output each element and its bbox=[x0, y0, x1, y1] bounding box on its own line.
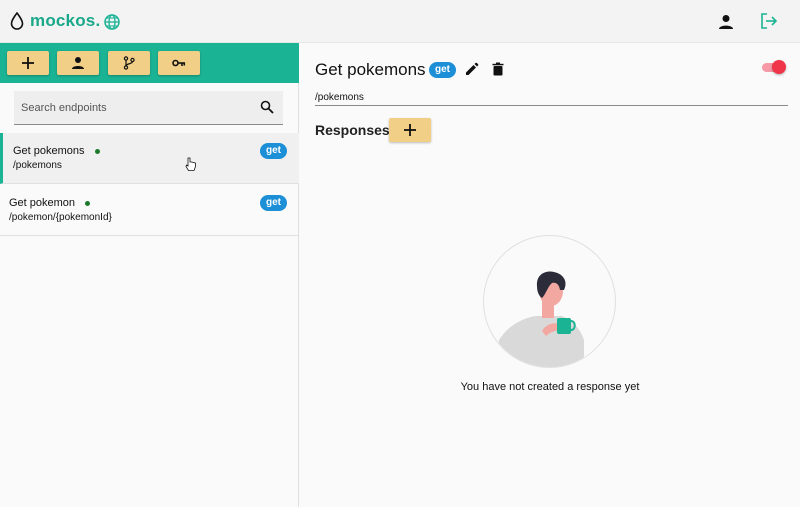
sidebar-toolbar bbox=[0, 43, 299, 83]
user-icon bbox=[72, 57, 84, 69]
logo[interactable]: mockos. bbox=[10, 11, 100, 31]
endpoint-title: Get pokemons bbox=[315, 60, 426, 79]
method-badge: get bbox=[429, 62, 456, 78]
endpoint-enabled-toggle[interactable] bbox=[762, 60, 786, 74]
endpoint-detail-panel: Get pokemons get /pokemons Responses You… bbox=[300, 43, 800, 507]
search-icon[interactable] bbox=[260, 100, 274, 114]
endpoint-list-item[interactable]: Get pokemons /pokemons get bbox=[0, 133, 299, 184]
endpoint-path: /pokemon/{pokemonId} bbox=[9, 212, 112, 223]
method-badge: get bbox=[260, 143, 287, 159]
empty-state-illustration bbox=[483, 235, 616, 368]
add-endpoint-button[interactable] bbox=[7, 51, 49, 75]
globe-icon[interactable] bbox=[103, 13, 121, 31]
branch-button[interactable] bbox=[108, 51, 150, 75]
trash-icon[interactable] bbox=[491, 62, 505, 76]
endpoint-name-row: Get pokemon bbox=[9, 197, 91, 209]
endpoint-name: Get pokemons bbox=[13, 145, 85, 157]
endpoint-path: /pokemons bbox=[13, 160, 62, 171]
responses-heading: Responses bbox=[315, 122, 390, 138]
pointer-cursor-icon bbox=[185, 157, 196, 171]
empty-state-message: You have not created a response yet bbox=[460, 381, 640, 393]
status-dot bbox=[85, 200, 91, 206]
user-button[interactable] bbox=[57, 51, 99, 75]
method-badge: get bbox=[260, 195, 287, 211]
add-icon bbox=[22, 57, 34, 69]
app-name: mockos. bbox=[30, 11, 101, 30]
endpoint-list-item[interactable]: Get pokemon /pokemon/{pokemonId} get bbox=[0, 185, 299, 236]
edit-icon[interactable] bbox=[465, 62, 479, 76]
endpoint-path-field[interactable]: /pokemons bbox=[315, 89, 788, 106]
add-response-button[interactable] bbox=[389, 118, 431, 142]
key-icon bbox=[172, 59, 186, 67]
add-icon bbox=[404, 124, 416, 136]
status-dot bbox=[94, 148, 100, 154]
branch-icon bbox=[123, 56, 135, 70]
sidebar: Get pokemons /pokemons get Get pokemon /… bbox=[0, 43, 299, 507]
endpoint-name: Get pokemon bbox=[9, 197, 76, 209]
user-icon[interactable] bbox=[717, 13, 735, 31]
logout-icon[interactable] bbox=[760, 12, 778, 30]
key-button[interactable] bbox=[158, 51, 200, 75]
endpoint-name-row: Get pokemons bbox=[13, 145, 100, 157]
search-input[interactable] bbox=[21, 99, 241, 117]
drop-logo-icon bbox=[10, 12, 24, 30]
toggle-knob bbox=[772, 60, 786, 74]
person-with-mug-illustration bbox=[499, 271, 584, 367]
search-box bbox=[14, 91, 283, 125]
top-bar: mockos. bbox=[0, 0, 800, 43]
